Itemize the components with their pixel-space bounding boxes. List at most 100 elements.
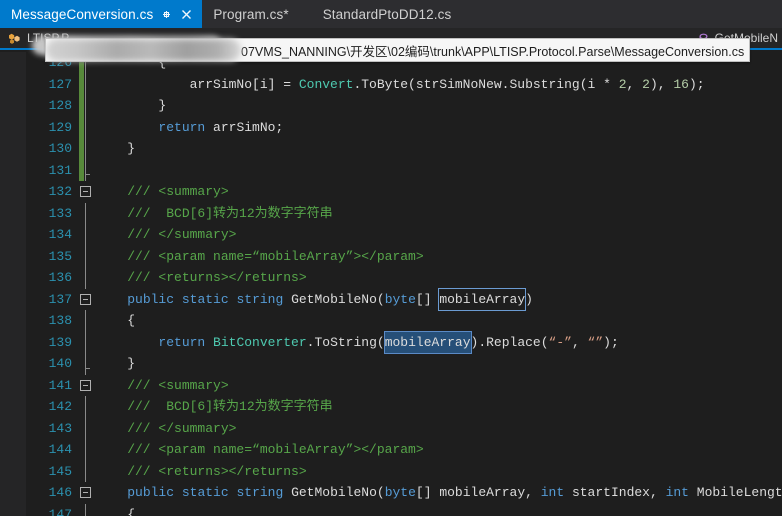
code-line[interactable]: 131 (0, 159, 782, 181)
line-number: 133 (48, 205, 72, 221)
code-token: , (571, 334, 588, 350)
code-token: 2 (618, 76, 627, 92)
change-indicator-bar (79, 95, 84, 117)
code-line[interactable]: 145 /// <returns></returns> (0, 460, 782, 483)
code-text: { (96, 504, 135, 516)
code-token: startIndex, (564, 485, 666, 500)
code-line[interactable]: 135 /// <param name=“mobileArray”></para… (0, 245, 782, 267)
line-number: 136 (48, 270, 72, 285)
code-token: arrSimNo; (205, 119, 284, 135)
outlining-guide-line (85, 460, 86, 482)
code-token: string (236, 291, 284, 307)
code-line[interactable]: 142 /// BCD[6]转为12为数字字符串 (0, 396, 782, 418)
code-line[interactable]: 132 /// <summary> (0, 181, 782, 203)
code-text: } (96, 95, 166, 117)
code-token: “-” (548, 334, 572, 350)
visual-studio-editor-window: MessageConversion.cs Program.cs* Standar… (0, 0, 782, 516)
tab-spacer (298, 0, 312, 28)
code-line[interactable]: 138 { (0, 310, 782, 332)
tab-standard-ptodd12[interactable]: StandardPtoDD12.cs (312, 0, 461, 28)
code-line[interactable]: 134 /// </summary> (0, 224, 782, 246)
code-line[interactable]: 136 /// <returns></returns> (0, 267, 782, 289)
outlining-guide-line (85, 73, 86, 95)
line-number: 140 (48, 356, 72, 371)
code-text: /// <returns></returns> (96, 267, 306, 289)
outlining-end-marker (85, 367, 90, 369)
code-token: 2 (642, 76, 650, 92)
line-number: 132 (48, 184, 72, 199)
code-token: ); (688, 76, 705, 92)
code-text: /// BCD[6]转为12为数字字符串 (96, 396, 332, 418)
code-text: public static string GetMobileNo(byte[] … (96, 287, 533, 311)
code-text: return arrSimNo; (96, 117, 283, 139)
code-token: public (127, 485, 175, 500)
code-lines-container[interactable]: 126 {127 arrSimNo[i] = Convert .ToByte(st… (0, 52, 782, 516)
code-text: return BitConverter .ToString(mobileArray… (96, 330, 619, 354)
code-token: “” (587, 334, 604, 350)
code-line[interactable]: 137 public static string GetMobileNo(byt… (0, 287, 782, 311)
code-line[interactable]: 147 { (0, 503, 782, 516)
code-token: [] mobileArray, (415, 485, 541, 500)
outlining-collapse-toggle[interactable] (80, 487, 91, 499)
code-token: { (96, 313, 136, 328)
code-line[interactable]: 143 /// </summary> (0, 417, 782, 439)
code-token: /// <summary> (96, 377, 229, 393)
code-text: } (96, 138, 135, 160)
code-text: /// <summary> (96, 375, 229, 397)
namespace-icon (7, 31, 22, 45)
line-number: 135 (48, 248, 72, 264)
outlining-guide-line (85, 267, 86, 289)
outlining-guide-line (85, 245, 86, 267)
outlining-collapse-toggle[interactable] (80, 186, 91, 198)
pin-icon[interactable] (160, 8, 173, 21)
line-number: 142 (48, 399, 72, 414)
code-text: } (96, 353, 135, 375)
code-token: ).Replace( (470, 334, 549, 350)
tab-label: StandardPtoDD12.cs (322, 6, 452, 22)
line-number: 129 (48, 119, 72, 135)
code-token: } (96, 98, 167, 113)
code-line[interactable]: 140 } (0, 353, 782, 375)
code-line[interactable]: 133 /// BCD[6]转为12为数字字符串 (0, 202, 782, 225)
outlining-collapse-toggle[interactable] (80, 379, 91, 391)
code-token: /// BCD[6]转为12为数字字符串 (96, 205, 333, 221)
code-token: .ToByte(strSimNoNew.Substring(i * (353, 76, 619, 92)
code-text: /// <returns></returns> (96, 461, 306, 483)
outlining-guide-line (85, 116, 86, 138)
outlining-guide-line (85, 310, 86, 332)
close-icon[interactable] (180, 8, 193, 21)
tab-message-conversion[interactable]: MessageConversion.cs (0, 0, 203, 28)
code-line[interactable]: 144 /// <param name=“mobileArray”></para… (0, 439, 782, 461)
code-line[interactable]: 127 arrSimNo[i] = Convert .ToByte(strSimN… (0, 73, 782, 95)
code-text: /// BCD[6]转为12为数字字符串 (96, 203, 333, 225)
code-text: public static string GetMobileNo(byte[] … (96, 482, 782, 504)
line-number: 146 (48, 485, 72, 500)
outlining-end-marker (85, 174, 90, 175)
editor-tab-strip: MessageConversion.cs Program.cs* Standar… (0, 0, 782, 28)
tab-program[interactable]: Program.cs* (202, 0, 297, 28)
code-line[interactable]: 128 } (0, 95, 782, 117)
code-line[interactable]: 130 } (0, 138, 782, 160)
tooltip-path-text: 07VMS_NANNING\开发区\02编码\trunk\APP\LTISP.P… (241, 44, 745, 59)
code-token: return (158, 334, 206, 350)
tab-label: Program.cs* (213, 6, 289, 22)
code-token: return (158, 119, 206, 135)
code-token: ); (603, 334, 619, 350)
code-line[interactable]: 129 return arrSimNo; (0, 116, 782, 139)
outlining-collapse-toggle[interactable] (80, 293, 91, 305)
code-editor[interactable]: 126 {127 arrSimNo[i] = Convert .ToByte(st… (0, 52, 782, 516)
code-token: ) (525, 291, 533, 307)
outlining-guide-line (85, 439, 86, 461)
line-number: 145 (48, 463, 72, 479)
code-line[interactable]: 139 return BitConverter .ToString(mobileA… (0, 330, 782, 354)
outlining-guide-line (85, 138, 86, 160)
outlining-guide-line (85, 396, 86, 418)
code-line[interactable]: 146 public static string GetMobileNo(byt… (0, 482, 782, 504)
code-line[interactable]: 141 /// <summary> (0, 375, 782, 397)
code-token: byte (384, 485, 416, 500)
code-token: /// </summary> (96, 227, 237, 242)
